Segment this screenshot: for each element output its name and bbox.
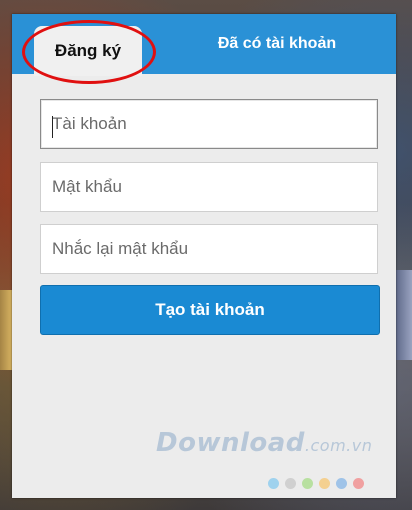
- watermark-dot-5: [336, 478, 347, 489]
- watermark-dot-1: [268, 478, 279, 489]
- register-panel: Đã có tài khoản Đăng ký Tạo tài khoản: [12, 14, 396, 498]
- tab-register[interactable]: Đăng ký: [34, 26, 142, 76]
- watermark-dot-3: [302, 478, 313, 489]
- watermark-dots: [268, 478, 364, 489]
- account-input[interactable]: [40, 99, 378, 149]
- watermark-logo: Download.com.vn: [156, 428, 372, 458]
- watermark-domain: .com.vn: [304, 436, 373, 455]
- tab-existing-account[interactable]: Đã có tài khoản: [162, 14, 392, 74]
- watermark-brand: Download: [156, 428, 305, 458]
- text-caret: [52, 116, 53, 138]
- watermark-dot-6: [353, 478, 364, 489]
- watermark-dot-2: [285, 478, 296, 489]
- background-decoration-left: [0, 290, 12, 370]
- watermark-dot-4: [319, 478, 330, 489]
- create-account-button[interactable]: Tạo tài khoản: [40, 285, 380, 335]
- confirm-password-input[interactable]: [40, 224, 378, 274]
- background-decoration-right: [396, 270, 412, 360]
- password-input[interactable]: [40, 162, 378, 212]
